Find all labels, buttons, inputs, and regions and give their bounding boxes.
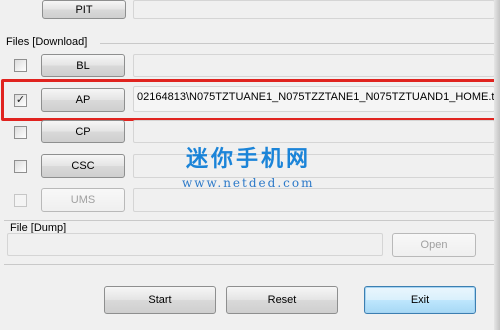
csc-button-label: CSC <box>71 160 95 172</box>
files-group-divider <box>100 43 494 44</box>
exit-button-label: Exit <box>410 294 430 306</box>
ums-button-label: UMS <box>70 194 96 206</box>
cp-button[interactable]: CP <box>41 120 125 143</box>
start-button[interactable]: Start <box>104 286 216 314</box>
ums-button: UMS <box>41 188 125 212</box>
dump-path-field[interactable] <box>7 233 383 256</box>
bl-path-field[interactable] <box>133 54 495 77</box>
reset-button-label: Reset <box>267 294 297 306</box>
ums-path-field <box>133 188 495 212</box>
pit-button-label: PIT <box>75 3 93 16</box>
dump-group-bottom-line <box>4 264 494 265</box>
ums-checkbox <box>14 194 27 207</box>
files-group-label: Files [Download] <box>6 36 88 48</box>
cp-button-label: CP <box>75 125 91 138</box>
dump-group-top-line <box>4 220 494 221</box>
exit-button[interactable]: Exit <box>364 286 476 314</box>
bl-button-label: BL <box>76 59 90 72</box>
window-right-edge <box>494 0 500 330</box>
bl-checkbox[interactable] <box>14 59 27 72</box>
reset-button[interactable]: Reset <box>226 286 338 314</box>
pit-button[interactable]: PIT <box>42 0 126 19</box>
cp-path-field[interactable] <box>133 120 495 143</box>
open-button-label: Open <box>420 239 448 251</box>
open-button: Open <box>392 233 476 257</box>
pit-path-field[interactable] <box>133 0 495 19</box>
start-button-label: Start <box>148 294 172 306</box>
watermark-url: www.netded.com <box>182 176 315 190</box>
cp-checkbox[interactable] <box>14 126 27 139</box>
bl-button[interactable]: BL <box>41 54 125 77</box>
ap-highlight-box <box>1 79 499 121</box>
csc-button[interactable]: CSC <box>41 154 125 178</box>
watermark-title: 迷你手机网 <box>186 147 312 172</box>
csc-checkbox[interactable] <box>14 160 27 173</box>
